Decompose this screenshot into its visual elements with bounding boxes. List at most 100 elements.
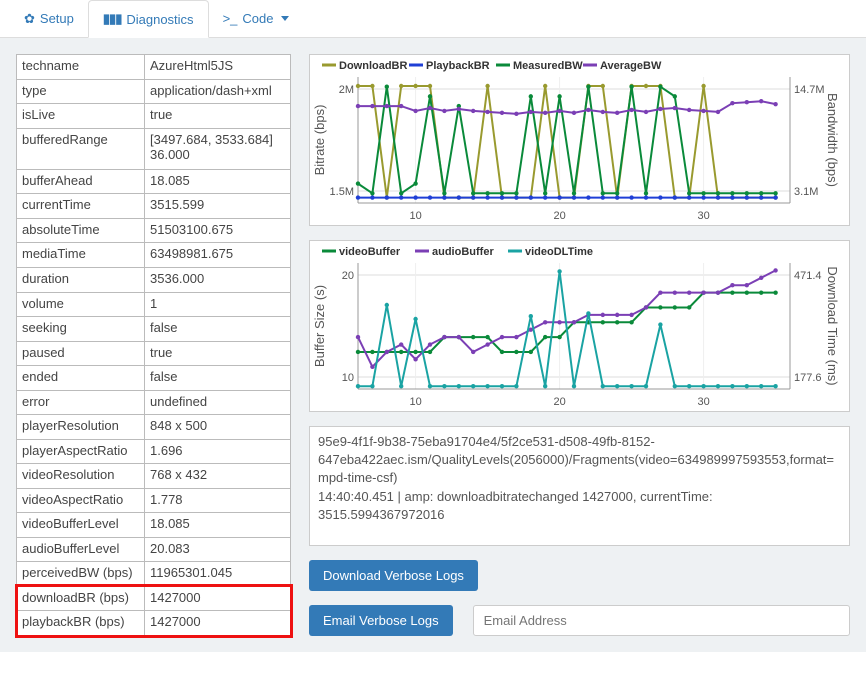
table-value: application/dash+xml xyxy=(145,79,291,104)
table-row: typeapplication/dash+xml xyxy=(17,79,291,104)
table-value: undefined xyxy=(145,390,291,415)
table-key: error xyxy=(17,390,145,415)
table-key: currentTime xyxy=(17,194,145,219)
diagnostics-panel: technameAzureHtml5JStypeapplication/dash… xyxy=(0,38,866,652)
svg-text:Download Time (ms): Download Time (ms) xyxy=(825,266,838,385)
svg-text:14.7M: 14.7M xyxy=(794,84,825,96)
download-logs-button[interactable]: Download Verbose Logs xyxy=(309,560,478,591)
svg-text:DownloadBR: DownloadBR xyxy=(339,60,407,72)
svg-text:20: 20 xyxy=(553,210,565,222)
table-key: downloadBR (bps) xyxy=(17,586,145,611)
table-row: playerResolution848 x 500 xyxy=(17,415,291,440)
table-key: perceivedBW (bps) xyxy=(17,562,145,587)
svg-text:1.5M: 1.5M xyxy=(330,186,354,198)
svg-text:471.4: 471.4 xyxy=(794,270,822,282)
table-key: playbackBR (bps) xyxy=(17,611,145,636)
table-row: seekingfalse xyxy=(17,317,291,342)
tab-code[interactable]: >_ Code xyxy=(209,0,304,37)
tab-diagnostics-label: Diagnostics xyxy=(126,12,193,27)
table-row: endedfalse xyxy=(17,366,291,391)
table-row: bufferAhead18.085 xyxy=(17,169,291,194)
table-row: duration3536.000 xyxy=(17,267,291,292)
svg-text:2M: 2M xyxy=(339,84,354,96)
table-key: seeking xyxy=(17,317,145,342)
tab-setup[interactable]: ✿ Setup xyxy=(10,0,88,37)
svg-text:3.1M: 3.1M xyxy=(794,186,818,198)
table-row: errorundefined xyxy=(17,390,291,415)
table-value: 63498981.675 xyxy=(145,243,291,268)
svg-text:Bitrate (bps): Bitrate (bps) xyxy=(312,105,327,176)
tab-code-label: Code xyxy=(242,11,273,26)
table-row: videoResolution768 x 432 xyxy=(17,464,291,489)
tab-diagnostics[interactable]: ▮▮▮ Diagnostics xyxy=(88,0,209,38)
table-value: 1427000 xyxy=(145,586,291,611)
table-value: 18.085 xyxy=(145,169,291,194)
table-value: 11965301.045 xyxy=(145,562,291,587)
svg-text:MeasuredBW: MeasuredBW xyxy=(513,60,583,72)
table-row: volume1 xyxy=(17,292,291,317)
table-key: bufferAhead xyxy=(17,169,145,194)
gear-icon: ✿ xyxy=(24,11,35,27)
table-value: false xyxy=(145,366,291,391)
svg-text:30: 30 xyxy=(697,210,709,222)
code-icon: >_ xyxy=(223,11,238,26)
table-row: videoAspectRatio1.778 xyxy=(17,488,291,513)
table-key: audioBufferLevel xyxy=(17,537,145,562)
svg-text:audioBuffer: audioBuffer xyxy=(432,246,494,258)
table-row: audioBufferLevel20.083 xyxy=(17,537,291,562)
table-value: 20.083 xyxy=(145,537,291,562)
table-value: AzureHtml5JS xyxy=(145,55,291,80)
table-value: 1.696 xyxy=(145,439,291,464)
svg-text:30: 30 xyxy=(697,396,709,408)
table-value: 18.085 xyxy=(145,513,291,538)
email-logs-button[interactable]: Email Verbose Logs xyxy=(309,605,453,636)
svg-text:10: 10 xyxy=(409,210,421,222)
table-row: downloadBR (bps)1427000 xyxy=(17,586,291,611)
table-row: playbackBR (bps)1427000 xyxy=(17,611,291,636)
table-key: techname xyxy=(17,55,145,80)
table-row: absoluteTime51503100.675 xyxy=(17,218,291,243)
buffer-chart: videoBufferaudioBuffervideoDLTime2010471… xyxy=(309,240,850,412)
table-key: playerResolution xyxy=(17,415,145,440)
table-value: 3536.000 xyxy=(145,267,291,292)
table-value: 848 x 500 xyxy=(145,415,291,440)
table-key: ended xyxy=(17,366,145,391)
bitrate-chart: DownloadBR PlaybackBR MeasuredBW AverageBW 2… xyxy=(309,54,850,226)
table-row: videoBufferLevel18.085 xyxy=(17,513,291,538)
svg-text:20: 20 xyxy=(342,270,354,282)
svg-text:10: 10 xyxy=(342,372,354,384)
svg-text:Bandwidth (bps): Bandwidth (bps) xyxy=(825,93,838,187)
table-key: volume xyxy=(17,292,145,317)
table-row: bufferedRange[3497.684, 3533.684] 36.000 xyxy=(17,128,291,169)
svg-text:Buffer Size (s): Buffer Size (s) xyxy=(312,285,327,367)
table-value: 1 xyxy=(145,292,291,317)
svg-text:AverageBW: AverageBW xyxy=(600,60,662,72)
table-key: duration xyxy=(17,267,145,292)
chevron-down-icon xyxy=(281,16,289,21)
table-key: paused xyxy=(17,341,145,366)
table-key: isLive xyxy=(17,104,145,129)
svg-text:videoDLTime: videoDLTime xyxy=(525,246,593,258)
table-key: mediaTime xyxy=(17,243,145,268)
table-row: mediaTime63498981.675 xyxy=(17,243,291,268)
table-value: 1.778 xyxy=(145,488,291,513)
svg-text:10: 10 xyxy=(409,396,421,408)
table-row: isLivetrue xyxy=(17,104,291,129)
right-column: DownloadBR PlaybackBR MeasuredBW AverageBW 2… xyxy=(309,54,850,636)
table-value: 1427000 xyxy=(145,611,291,636)
table-row: perceivedBW (bps)11965301.045 xyxy=(17,562,291,587)
table-key: type xyxy=(17,79,145,104)
table-row: pausedtrue xyxy=(17,341,291,366)
email-field[interactable] xyxy=(473,605,850,636)
svg-text:20: 20 xyxy=(553,396,565,408)
table-key: playerAspectRatio xyxy=(17,439,145,464)
table-key: videoBufferLevel xyxy=(17,513,145,538)
diagnostics-table: technameAzureHtml5JStypeapplication/dash… xyxy=(16,54,291,636)
svg-text:177.6: 177.6 xyxy=(794,372,822,384)
log-output[interactable] xyxy=(309,426,850,546)
table-key: videoResolution xyxy=(17,464,145,489)
table-row: currentTime3515.599 xyxy=(17,194,291,219)
table-value: true xyxy=(145,341,291,366)
table-key: bufferedRange xyxy=(17,128,145,169)
svg-text:PlaybackBR: PlaybackBR xyxy=(426,60,490,72)
